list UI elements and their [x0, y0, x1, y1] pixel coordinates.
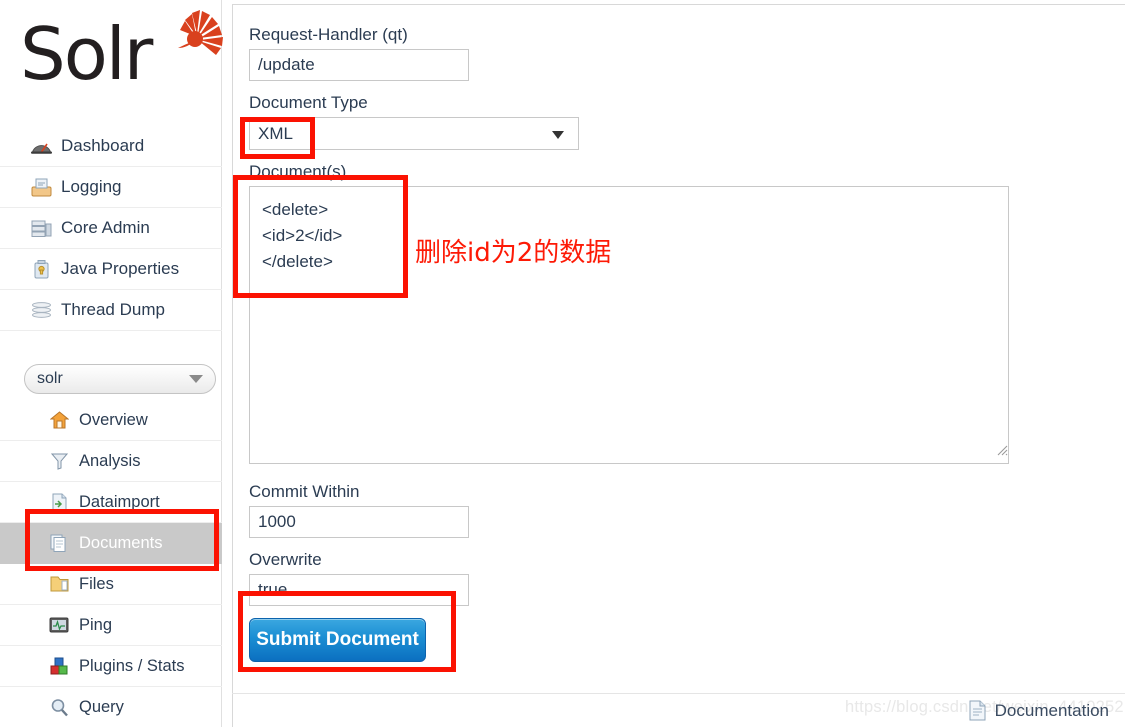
sidebar-top-nav: Dashboard Logging Core Admin Java Proper… [0, 126, 222, 331]
chevron-down-icon [189, 375, 203, 383]
documentation-link[interactable]: Documentation [968, 700, 1109, 721]
query-magnifier-icon [48, 696, 70, 718]
sidebar-item-label: Ping [79, 615, 113, 634]
thread-dump-stack-icon [30, 299, 52, 321]
dashboard-gauge-icon [30, 135, 52, 157]
submit-document-button[interactable]: Submit Document [249, 618, 426, 662]
sidebar-item-dashboard[interactable]: Dashboard [0, 126, 222, 167]
request-handler-field: Request-Handler (qt) /update [249, 25, 1125, 81]
sidebar-item-plugins-stats[interactable]: Plugins / Stats [0, 646, 222, 687]
files-folder-icon [48, 573, 70, 595]
chevron-down-icon [552, 131, 564, 139]
sidebar-item-dataimport[interactable]: Dataimport [0, 482, 222, 523]
documents-form: Request-Handler (qt) /update Document Ty… [233, 5, 1125, 662]
sidebar-item-label: Documents [79, 533, 163, 552]
sidebar-item-files[interactable]: Files [0, 564, 222, 605]
sidebar-item-label: Plugins / Stats [79, 656, 185, 675]
document-type-value: XML [258, 123, 293, 143]
document-type-label: Document Type [249, 93, 368, 112]
core-selector[interactable]: solr [24, 364, 216, 394]
sidebar-item-query[interactable]: Query [0, 687, 222, 727]
documents-label: Document(s) [249, 162, 347, 181]
solr-logo[interactable]: Solr [20, 8, 223, 103]
logging-tray-icon [30, 176, 52, 198]
analysis-funnel-icon [48, 450, 70, 472]
sidebar-item-label: Java Properties [61, 259, 180, 278]
sidebar-item-thread-dump[interactable]: Thread Dump [0, 290, 222, 331]
request-handler-label: Request-Handler (qt) [249, 25, 408, 44]
documents-pages-icon [48, 532, 70, 554]
sidebar-item-label: Files [79, 574, 114, 593]
sidebar-item-label: Thread Dump [61, 300, 165, 319]
sidebar-item-ping[interactable]: Ping [0, 605, 222, 646]
sidebar-item-label: Logging [61, 177, 122, 196]
ping-monitor-icon [48, 614, 70, 636]
sidebar-item-logging[interactable]: Logging [0, 167, 222, 208]
overview-home-icon [48, 409, 70, 431]
documentation-page-icon [968, 700, 987, 721]
resize-grip-icon[interactable] [994, 442, 1008, 456]
plugins-blocks-icon [48, 655, 70, 677]
sidebar-item-label: Query [79, 697, 124, 716]
commit-within-label: Commit Within [249, 482, 360, 501]
documents-field: Document(s) <delete> <id>2</id> </delete… [249, 162, 1125, 464]
core-selector-value: solr [37, 370, 63, 387]
sidebar: Solr Dashboard Logging Core Admin Java P… [0, 0, 223, 727]
overwrite-input[interactable]: true [249, 574, 469, 606]
overwrite-field: Overwrite true [249, 550, 1125, 606]
sidebar-item-label: Overview [79, 410, 148, 429]
footer: Documentation [232, 693, 1125, 727]
core-admin-server-icon [30, 217, 52, 239]
solr-logo-text: Solr [20, 12, 153, 96]
solr-sunburst-logo-icon [178, 10, 223, 55]
sidebar-item-documents[interactable]: Documents [0, 523, 222, 564]
sidebar-item-core-admin[interactable]: Core Admin [0, 208, 222, 249]
java-properties-icon [30, 258, 52, 280]
commit-within-field: Commit Within 1000 [249, 482, 1125, 538]
documents-textarea[interactable]: <delete> <id>2</id> </delete> [249, 186, 1009, 464]
sidebar-core-nav: Overview Analysis Dataimport Documents F… [0, 400, 222, 727]
sidebar-item-label: Dataimport [79, 492, 160, 511]
sidebar-item-label: Analysis [79, 451, 141, 470]
overwrite-label: Overwrite [249, 550, 322, 569]
commit-within-input[interactable]: 1000 [249, 506, 469, 538]
sidebar-item-java-properties[interactable]: Java Properties [0, 249, 222, 290]
document-type-field: Document Type XML [249, 93, 1125, 150]
request-handler-input[interactable]: /update [249, 49, 469, 81]
documentation-label: Documentation [994, 700, 1109, 720]
documents-panel: Request-Handler (qt) /update Document Ty… [232, 4, 1125, 727]
sidebar-item-analysis[interactable]: Analysis [0, 441, 222, 482]
sidebar-item-label: Core Admin [61, 218, 150, 237]
sidebar-item-label: Dashboard [61, 136, 145, 155]
sidebar-item-overview[interactable]: Overview [0, 400, 222, 441]
solr-admin-page: Solr Dashboard Logging Core Admin Java P… [0, 0, 1125, 727]
dataimport-page-icon [48, 491, 70, 513]
document-type-select[interactable]: XML [249, 117, 579, 150]
